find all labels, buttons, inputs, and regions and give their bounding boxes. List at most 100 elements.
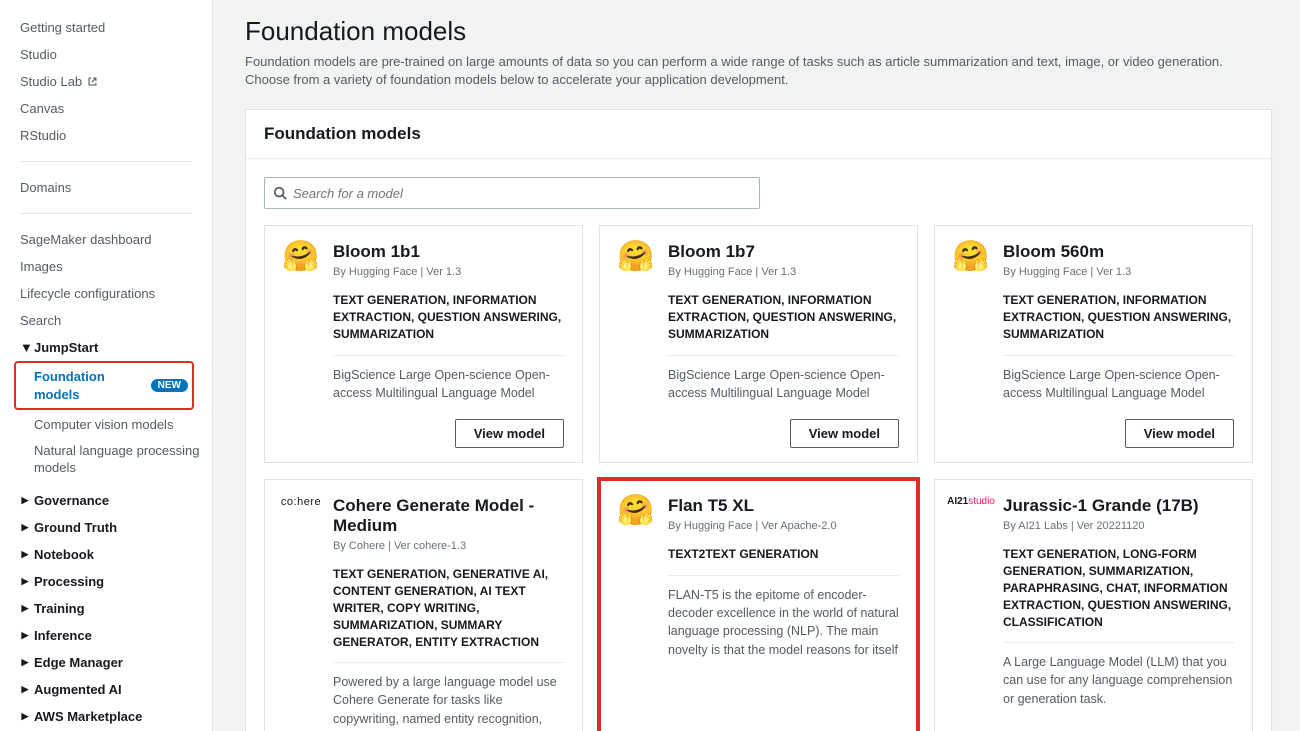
sidebar-item-sagemaker-dashboard[interactable]: SageMaker dashboard (20, 226, 192, 253)
page-title: Foundation models (245, 16, 1272, 47)
caret-right-icon: ▶ (20, 657, 30, 668)
card-subtitle: By Hugging Face | Ver 1.3 (1003, 266, 1234, 278)
sidebar-group-ground-truth[interactable]: ▶ Ground Truth (0, 514, 212, 541)
card-title: Bloom 1b1 (333, 242, 564, 262)
sidebar-group-notebook[interactable]: ▶ Notebook (0, 541, 212, 568)
card-subtitle: By Hugging Face | Ver Apache-2.0 (668, 520, 899, 532)
sidebar-item-images[interactable]: Images (20, 253, 192, 280)
sidebar-item-getting-started[interactable]: Getting started (20, 14, 192, 41)
sidebar-highlight: Foundation models NEW (14, 361, 194, 410)
sidebar-item-foundation-models[interactable]: Foundation models (34, 368, 145, 403)
caret-right-icon: ▶ (20, 684, 30, 695)
card-subtitle: By Cohere | Ver cohere-1.3 (333, 540, 564, 552)
divider (1003, 642, 1234, 643)
sidebar-group-label: Augmented AI (34, 682, 122, 697)
hugging-logo: 🤗 (953, 242, 989, 278)
caret-down-icon: ▼ (20, 340, 30, 355)
cohere-logo: co:here (283, 496, 319, 532)
sidebar-item-nlp-models[interactable]: Natural language processing models (0, 438, 212, 481)
divider (333, 355, 564, 356)
divider (333, 662, 564, 663)
sidebar-group-augmented-ai[interactable]: ▶ Augmented AI (0, 676, 212, 703)
sidebar-group-label: Inference (34, 628, 92, 643)
sidebar-item-lifecycle-configurations[interactable]: Lifecycle configurations (20, 280, 192, 307)
search-input[interactable] (287, 186, 751, 201)
hugging-logo: 🤗 (618, 496, 654, 532)
card-description: BigScience Large Open-science Open-acces… (668, 366, 899, 402)
card-description: Powered by a large language model use Co… (333, 673, 564, 731)
divider (20, 213, 192, 214)
sidebar: Getting startedStudioStudio LabCanvasRSt… (0, 0, 213, 731)
sidebar-item-cv-models[interactable]: Computer vision models (0, 412, 212, 438)
sidebar-item-rstudio[interactable]: RStudio (20, 122, 192, 149)
card-tags: TEXT GENERATION, INFORMATION EXTRACTION,… (1003, 292, 1234, 342)
sidebar-group-edge-manager[interactable]: ▶Edge Manager (0, 649, 212, 676)
sidebar-group-processing[interactable]: ▶ Processing (0, 568, 212, 595)
sidebar-group-label: Training (34, 601, 85, 616)
card-description: A Large Language Model (LLM) that you ca… (1003, 653, 1234, 707)
search-wrapper[interactable] (264, 177, 760, 209)
main-content: Foundation models Foundation models are … (213, 0, 1300, 731)
card-subtitle: By AI21 Labs | Ver 20221120 (1003, 520, 1234, 532)
hugging-logo: 🤗 (618, 242, 654, 278)
panel-title: Foundation models (246, 110, 1271, 159)
card-tags: TEXT GENERATION, GENERATIVE AI, CONTENT … (333, 566, 564, 650)
view-model-button[interactable]: View model (1125, 419, 1234, 448)
card-subtitle: By Hugging Face | Ver 1.3 (333, 266, 564, 278)
sidebar-group-label: Governance (34, 493, 109, 508)
model-card: 🤗 Bloom 1b1 By Hugging Face | Ver 1.3 TEXT … (264, 225, 583, 463)
divider (668, 575, 899, 576)
sidebar-group-jumpstart[interactable]: ▼ JumpStart (0, 334, 212, 361)
divider (668, 355, 899, 356)
model-card: 🤗 Bloom 560m By Hugging Face | Ver 1.3 TEXT… (934, 225, 1253, 463)
card-description: BigScience Large Open-science Open-acces… (333, 366, 564, 402)
sidebar-item-canvas[interactable]: Canvas (20, 95, 192, 122)
model-card: 🤗 Flan T5 XL By Hugging Face | Ver Apache-… (599, 479, 918, 731)
divider (20, 161, 192, 162)
card-title: Jurassic-1 Grande (17B) (1003, 496, 1234, 516)
card-title: Flan T5 XL (668, 496, 899, 516)
card-description: FLAN-T5 is the epitome of encoder-decode… (668, 586, 899, 659)
sidebar-group-label: Processing (34, 574, 104, 589)
sidebar-group-inference[interactable]: ▶ Inference (0, 622, 212, 649)
sidebar-group-label: Ground Truth (34, 520, 117, 535)
sidebar-group-training[interactable]: ▶ Training (0, 595, 212, 622)
external-link-icon (87, 76, 98, 87)
sidebar-group-label: AWS Marketplace (34, 709, 142, 724)
cards-grid: 🤗 Bloom 1b1 By Hugging Face | Ver 1.3 TEXT … (264, 225, 1253, 731)
sidebar-item-studio[interactable]: Studio (20, 41, 192, 68)
view-model-button[interactable]: View model (790, 419, 899, 448)
sidebar-group-aws-marketplace[interactable]: ▶ AWS Marketplace (0, 703, 212, 730)
search-icon (273, 186, 287, 200)
caret-right-icon: ▶ (20, 711, 30, 722)
card-subtitle: By Hugging Face | Ver 1.3 (668, 266, 899, 278)
model-card: AI21studio Jurassic-1 Grande (17B) By AI21… (934, 479, 1253, 731)
page-description: Foundation models are pre-trained on lar… (245, 53, 1255, 89)
ai21-logo: AI21studio (953, 496, 989, 532)
card-description: BigScience Large Open-science Open-acces… (1003, 366, 1234, 402)
caret-right-icon: ▶ (20, 576, 30, 587)
divider (1003, 355, 1234, 356)
sidebar-item-studio-lab[interactable]: Studio Lab (20, 68, 192, 95)
card-tags: TEXT GENERATION, INFORMATION EXTRACTION,… (668, 292, 899, 342)
model-card: 🤗 Bloom 1b7 By Hugging Face | Ver 1.3 TEXT … (599, 225, 918, 463)
card-title: Bloom 1b7 (668, 242, 899, 262)
card-tags: TEXT GENERATION, INFORMATION EXTRACTION,… (333, 292, 564, 342)
new-badge: NEW (151, 379, 188, 392)
sidebar-item-search[interactable]: Search (20, 307, 192, 334)
caret-right-icon: ▶ (20, 603, 30, 614)
caret-right-icon: ▶ (20, 549, 30, 560)
card-tags: TEXT GENERATION, LONG-FORM GENERATION, S… (1003, 546, 1234, 630)
sidebar-group-label: Notebook (34, 547, 94, 562)
model-card: co:hereCohere Generate Model - MediumBy … (264, 479, 583, 731)
card-title: Bloom 560m (1003, 242, 1234, 262)
caret-right-icon: ▶ (20, 630, 30, 641)
view-model-button[interactable]: View model (455, 419, 564, 448)
sidebar-group-label: JumpStart (34, 340, 98, 355)
sidebar-item-domains[interactable]: Domains (20, 174, 192, 201)
sidebar-group-governance[interactable]: ▶ Governance (0, 487, 212, 514)
hugging-logo: 🤗 (283, 242, 319, 278)
caret-right-icon: ▶ (20, 522, 30, 533)
caret-right-icon: ▶ (20, 495, 30, 506)
models-panel: Foundation models 🤗 Bloom 1b1 By Hugging F… (245, 109, 1272, 731)
